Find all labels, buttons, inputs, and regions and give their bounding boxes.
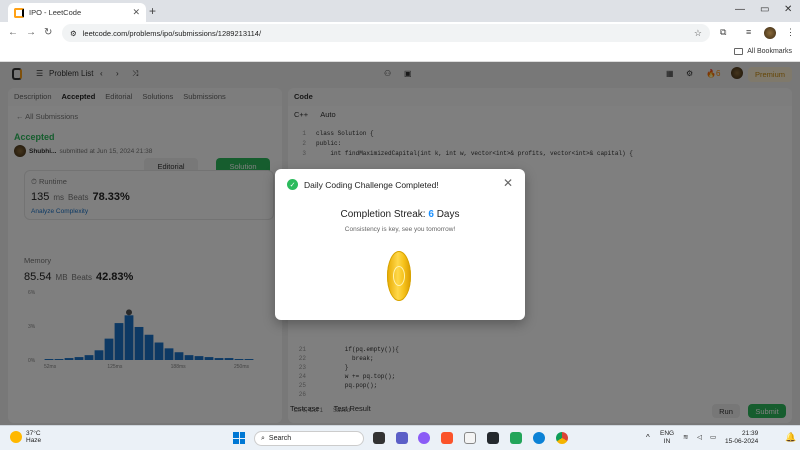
- streak-days: 6: [428, 209, 434, 220]
- taskbar-search[interactable]: ⌕ Search: [254, 431, 364, 446]
- windows-taskbar: 37°C Haze ⌕ Search ^ ENG IN ≋ ◁ ▭ 21:39 15-…: [0, 425, 800, 450]
- streak-subtitle: Consistency is key, see you tomorrow!: [344, 226, 456, 233]
- forward-icon[interactable]: →: [26, 27, 36, 38]
- all-bookmarks-label: All Bookmarks: [747, 48, 792, 55]
- maximize-icon[interactable]: ▭: [760, 4, 769, 15]
- chrome-icon[interactable]: [556, 432, 568, 444]
- completion-streak: Completion Streak: 6 Days: [275, 209, 525, 220]
- task-view-icon[interactable]: [373, 432, 385, 444]
- bookmark-star-icon[interactable]: ☆: [694, 28, 702, 39]
- clock[interactable]: 21:39 15-06-2024: [725, 430, 758, 446]
- folder-icon: [734, 48, 744, 55]
- extensions-icon[interactable]: ⧉: [720, 27, 726, 38]
- site-info-icon[interactable]: ⚙: [70, 29, 77, 38]
- github-icon[interactable]: [487, 432, 499, 444]
- close-icon[interactable]: ✕: [503, 176, 513, 190]
- coin-icon: [387, 251, 411, 301]
- windows-start-icon[interactable]: [233, 432, 245, 444]
- streak-label: Completion Streak:: [340, 209, 426, 220]
- tab-title: IPO - LeetCode: [29, 8, 82, 17]
- url-text: leetcode.com/problems/ipo/submissions/12…: [82, 28, 262, 38]
- close-tab-icon[interactable]: ✕: [132, 7, 140, 18]
- check-circle-icon: ✓: [287, 179, 298, 190]
- lang-region: IN: [663, 438, 671, 445]
- leetcode-favicon-icon: [14, 7, 24, 18]
- edge-icon[interactable]: [533, 432, 545, 444]
- search-icon: ⌕: [261, 434, 265, 442]
- dev-app-icon[interactable]: [510, 432, 522, 444]
- profile-avatar[interactable]: [764, 27, 776, 41]
- media-icon[interactable]: ≡: [746, 27, 751, 37]
- date: 15-06-2024: [725, 438, 759, 445]
- wifi-icon[interactable]: ≋: [683, 434, 688, 442]
- weather-condition: Haze: [26, 437, 42, 444]
- lang-primary: ENG: [660, 430, 675, 437]
- tray-chevron-icon[interactable]: ^: [646, 434, 650, 442]
- browser-tab[interactable]: IPO - LeetCode ✕: [8, 3, 146, 22]
- address-bar[interactable]: ⚙ leetcode.com/problems/ipo/submissions/…: [62, 24, 710, 42]
- back-icon[interactable]: ←: [8, 27, 18, 38]
- browser-toolbar: ← → ↻ ⚙ leetcode.com/problems/ipo/submis…: [0, 22, 800, 44]
- weather-widget[interactable]: 37°C Haze: [10, 430, 41, 444]
- bookmarks-bar: All Bookmarks: [0, 44, 800, 62]
- volume-icon[interactable]: ◁: [697, 434, 702, 442]
- close-window-icon[interactable]: ✕: [784, 4, 792, 15]
- battery-icon[interactable]: ▭: [710, 434, 716, 442]
- time: 21:39: [741, 430, 759, 437]
- streak-unit: Days: [436, 209, 460, 220]
- brave-icon[interactable]: [441, 432, 453, 444]
- modal-title: Daily Coding Challenge Completed!: [304, 179, 439, 190]
- sun-icon: [10, 431, 22, 443]
- chrome-menu-icon[interactable]: ⋮: [786, 27, 795, 38]
- all-bookmarks-button[interactable]: All Bookmarks: [734, 48, 792, 55]
- weather-text: 37°C Haze: [26, 430, 41, 444]
- store-icon[interactable]: [464, 432, 476, 444]
- notification-bell-icon[interactable]: 🔔: [785, 433, 796, 442]
- temperature: 37°C: [26, 430, 41, 437]
- browser-tab-strip: IPO - LeetCode ✕ + — ▭ ✕: [0, 0, 800, 22]
- new-tab-button[interactable]: +: [149, 4, 156, 18]
- teams-icon[interactable]: [396, 432, 408, 444]
- search-label: Search: [268, 435, 292, 442]
- reload-icon[interactable]: ↻: [44, 27, 52, 38]
- modal-header: ✓ Daily Coding Challenge Completed!: [287, 179, 439, 190]
- minimize-icon[interactable]: —: [735, 4, 745, 15]
- language-indicator[interactable]: ENG IN: [660, 430, 674, 446]
- app-icon[interactable]: [418, 432, 430, 444]
- daily-challenge-modal: ✓ Daily Coding Challenge Completed! ✕ Co…: [275, 169, 525, 320]
